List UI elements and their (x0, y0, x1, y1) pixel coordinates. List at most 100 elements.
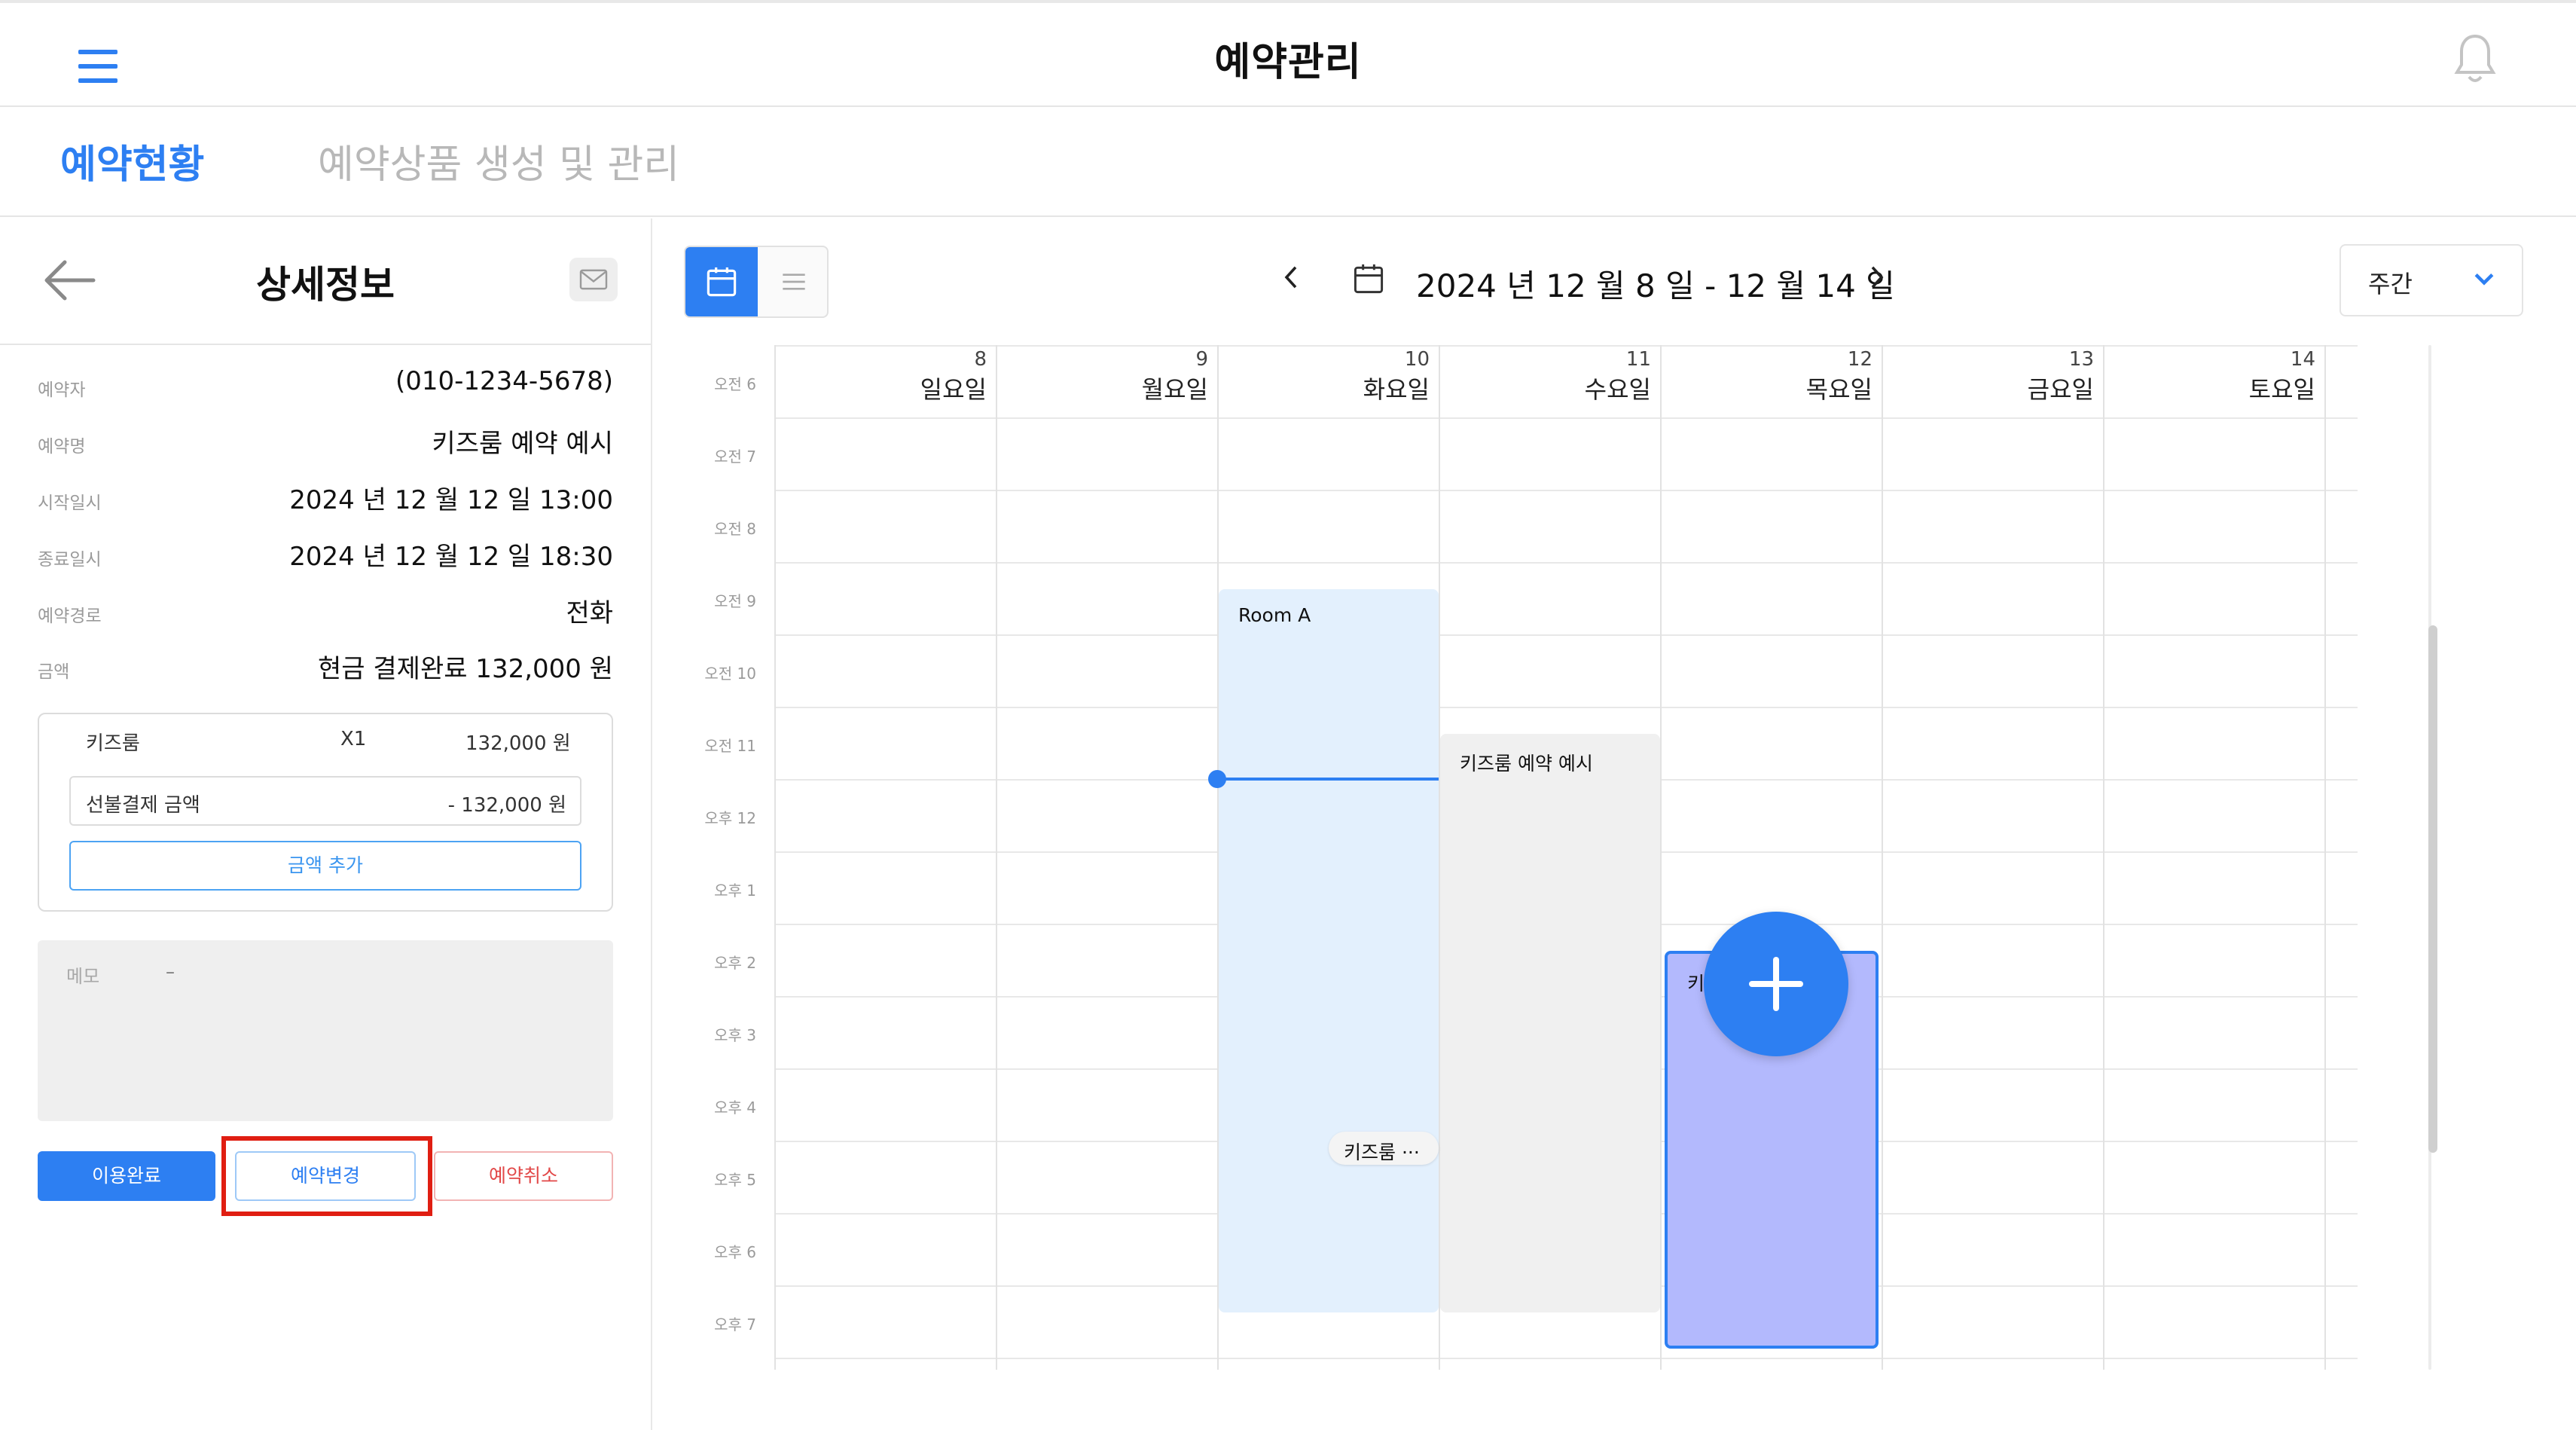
top-bar: 예약관리 (0, 0, 2576, 107)
scrollbar-thumb[interactable] (2428, 625, 2437, 1153)
app-title: 예약관리 (1214, 40, 1362, 85)
tab-reservation-products[interactable]: 예약상품 생성 및 관리 (318, 133, 679, 189)
tab-reservation-status[interactable]: 예약현황 (60, 133, 204, 189)
view-toggle (684, 246, 829, 318)
info-label: 예약명 (38, 437, 86, 457)
prev-week-chevron-icon[interactable] (1282, 264, 1300, 291)
time-label: 오후 1 (714, 882, 756, 900)
info-value: 전화 (566, 598, 613, 628)
plus-icon (1749, 957, 1803, 1011)
day-column-line (996, 345, 997, 1370)
time-label: 오후 5 (714, 1171, 756, 1189)
memo-label: 메모 (66, 966, 100, 987)
day-name[interactable]: 화요일 (1279, 371, 1430, 405)
time-label: 오후 7 (714, 1315, 756, 1334)
price-item-qty: X1 (340, 728, 367, 750)
day-name[interactable]: 일요일 (836, 371, 987, 405)
day-number: 9 (1195, 348, 1208, 371)
prepaid-amount: - 132,000 원 (447, 794, 566, 817)
current-time-line (1217, 777, 1439, 781)
add-amount-button[interactable]: 금액 추가 (69, 841, 581, 891)
hour-line (774, 490, 2358, 491)
time-label: 오전 6 (714, 375, 756, 393)
day-name[interactable]: 토요일 (2165, 371, 2315, 405)
time-label: 오후 4 (714, 1098, 756, 1117)
complete-button[interactable]: 이용완료 (38, 1151, 215, 1201)
day-number: 10 (1404, 348, 1430, 371)
memo-box: 메모 – (38, 940, 613, 1121)
day-column-line (774, 345, 776, 1370)
day-name[interactable]: 수요일 (1500, 371, 1651, 405)
add-reservation-button[interactable] (1704, 912, 1848, 1056)
price-item-name: 키즈룸 (86, 732, 140, 755)
cancel-reservation-button[interactable]: 예약취소 (434, 1151, 613, 1201)
next-week-chevron-icon[interactable] (1868, 264, 1886, 291)
day-number: 8 (974, 348, 987, 371)
date-range-label[interactable]: 2024 년 12 월 8 일 - 12 월 14 일 (1416, 261, 1895, 307)
info-value: 현금 결제완료 132,000 원 (318, 654, 613, 684)
day-number: 12 (1847, 348, 1872, 371)
time-label: 오후 12 (704, 809, 756, 827)
info-row-amount: 금액 현금 결제완료 132,000 원 (38, 648, 613, 686)
bell-icon[interactable] (2451, 32, 2499, 86)
calendar-panel: 2024 년 12 월 8 일 - 12 월 14 일 주간 8 일요일 9 월요일 1… (654, 218, 2576, 1430)
list-view-button[interactable] (758, 247, 829, 316)
info-row-reserver: 예약자 (010-1234-5678) (38, 366, 613, 404)
info-label: 예약경로 (38, 607, 102, 626)
mail-button[interactable] (569, 258, 618, 301)
current-time-dot (1208, 769, 1226, 788)
calendar-view-button[interactable] (685, 247, 758, 316)
time-label: 오전 7 (714, 448, 756, 466)
prepaid-row: 선불결제 금액 - 132,000 원 (69, 776, 581, 826)
event-title: 키즈룸 예약 예시 (1460, 753, 1593, 775)
event-title: 키즈룸 ··· (1344, 1141, 1420, 1163)
day-name[interactable]: 목요일 (1722, 371, 1872, 405)
period-label: 주간 (2368, 270, 2413, 298)
price-item-amount: 132,000 원 (465, 732, 571, 755)
detail-panel: 상세정보 예약자 (010-1234-5678) 예약명 키즈룸 예약 예시 시… (0, 218, 652, 1430)
day-column-line (2324, 345, 2326, 1370)
info-row-end: 종료일시 2024 년 12 월 12 일 18:30 (38, 536, 613, 573)
time-label: 오전 8 (714, 520, 756, 538)
event-block[interactable]: 키즈룸 예약 예시 (1440, 734, 1660, 1312)
info-label: 시작일시 (38, 493, 102, 513)
info-value: 2024 년 12 월 12 일 13:00 (289, 485, 613, 515)
time-label: 오후 2 (714, 954, 756, 972)
info-row-start: 시작일시 2024 년 12 월 12 일 13:00 (38, 479, 613, 517)
week-grid: 8 일요일 9 월요일 10 화요일 11 수요일 12 목요일 13 금요일 14 토요일 Room A 키… (774, 345, 2358, 1370)
day-number: 14 (2290, 348, 2315, 371)
day-number: 13 (2068, 348, 2094, 371)
time-label: 오전 9 (714, 592, 756, 610)
event-block[interactable]: 키즈룸 ··· (1329, 1132, 1439, 1165)
info-label: 금액 (38, 662, 70, 682)
day-column-line (1660, 345, 1662, 1370)
info-row-channel: 예약경로 전화 (38, 592, 613, 630)
hour-line (774, 417, 2358, 419)
info-value: 2024 년 12 월 12 일 18:30 (289, 542, 613, 572)
day-number: 11 (1625, 348, 1651, 371)
date-picker-icon[interactable] (1351, 262, 1386, 295)
hour-line (774, 707, 2358, 708)
time-label: 오전 11 (704, 737, 756, 755)
detail-title: 상세정보 (256, 263, 395, 307)
info-value: (010-1234-5678) (395, 366, 613, 396)
info-label: 예약자 (38, 380, 86, 400)
info-value: 키즈룸 예약 예시 (432, 429, 613, 459)
memo-value: – (166, 961, 175, 982)
info-label: 종료일시 (38, 550, 102, 570)
hour-line (774, 1358, 2358, 1359)
chevron-down-icon (2474, 273, 2494, 286)
time-label: 오후 6 (714, 1243, 756, 1261)
period-select[interactable]: 주간 (2339, 244, 2523, 316)
event-title: Room A (1238, 604, 1311, 626)
event-block[interactable]: Room A (1219, 589, 1439, 1312)
detail-header: 상세정보 (0, 218, 651, 345)
hour-line (774, 634, 2358, 636)
grid-top-line (774, 345, 2358, 347)
time-label: 오전 10 (704, 665, 756, 683)
day-name[interactable]: 금요일 (1943, 371, 2094, 405)
day-name[interactable]: 월요일 (1058, 371, 1208, 405)
prepaid-label: 선불결제 금액 (86, 794, 200, 817)
mail-icon (579, 269, 608, 290)
time-label: 오후 3 (714, 1026, 756, 1044)
